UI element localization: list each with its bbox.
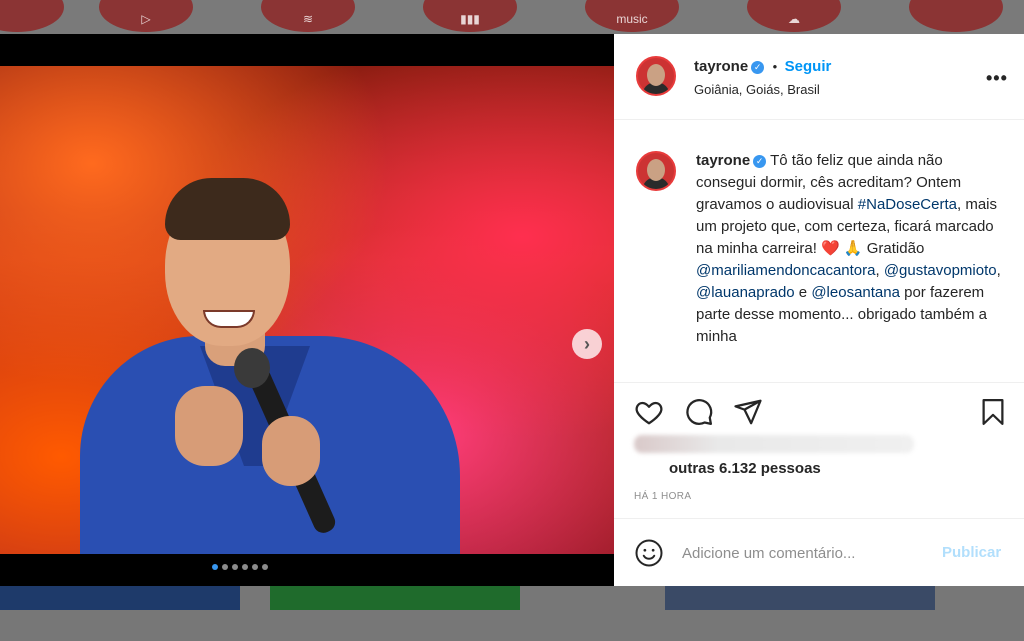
publish-button[interactable]: Publicar <box>942 544 1001 561</box>
amazon-music-icon: music <box>585 0 679 32</box>
caption-avatar[interactable] <box>636 151 676 191</box>
liked-by-blurred <box>634 435 914 453</box>
partial-icon <box>0 0 64 32</box>
carousel-dot <box>232 564 238 570</box>
microphone-head <box>234 348 270 388</box>
spotify-icon: ≋ <box>261 0 355 32</box>
carousel-indicator <box>212 564 268 570</box>
separator-dot: • <box>772 59 778 74</box>
post-header: tayrone ✓ • Seguir Goiânia, Goiás, Brasil… <box>614 34 1024 120</box>
feed-thumbnail <box>665 586 935 610</box>
soundcloud-icon: ☁ <box>747 0 841 32</box>
follow-button[interactable]: Seguir <box>785 58 832 75</box>
verified-icon: ✓ <box>751 61 765 74</box>
caption-segment: Gratidão <box>862 240 925 257</box>
avatar[interactable] <box>636 56 676 96</box>
bookmark-icon[interactable] <box>978 397 1008 427</box>
carousel-dot <box>262 564 268 570</box>
author-username[interactable]: tayrone <box>694 58 748 75</box>
caption-username[interactable]: tayrone <box>696 152 750 169</box>
emoji-icon[interactable] <box>634 538 664 568</box>
post-timestamp[interactable]: HÁ 1 HORA <box>634 491 692 502</box>
share-icon[interactable] <box>733 397 763 427</box>
post-side-panel: tayrone ✓ • Seguir Goiânia, Goiás, Brasil… <box>614 34 1024 586</box>
post-location[interactable]: Goiânia, Goiás, Brasil <box>694 82 820 97</box>
youtube-icon: ▷ <box>99 0 193 32</box>
more-options-icon[interactable]: ••• <box>986 68 1008 89</box>
comment-bar: Publicar <box>614 518 1024 586</box>
mention-link[interactable]: @mariliamendoncacantora <box>696 262 875 279</box>
post-media[interactable]: › <box>0 34 614 586</box>
mention-link[interactable]: @leosantana <box>811 284 900 301</box>
author-line: tayrone ✓ • Seguir <box>694 58 831 76</box>
carousel-dot <box>212 564 218 570</box>
post-photo <box>0 66 614 554</box>
carousel-dot <box>252 564 258 570</box>
verified-icon: ✓ <box>753 155 767 168</box>
likes-count[interactable]: outras 6.132 pessoas <box>669 460 821 477</box>
singer-hand-holding <box>262 416 320 486</box>
deezer-icon: ▮▮▮ <box>423 0 517 32</box>
singer-hair <box>165 178 290 240</box>
caption-segment: , <box>875 262 884 279</box>
comment-input[interactable] <box>682 541 912 565</box>
hashtag-link[interactable]: #NaDoseCerta <box>858 196 957 213</box>
partial-icon <box>909 0 1003 32</box>
heart-icon[interactable] <box>634 397 664 427</box>
comment-icon[interactable] <box>684 397 714 427</box>
chevron-right-icon: › <box>584 333 590 354</box>
carousel-dot <box>222 564 228 570</box>
heart-pray-emojis: ❤️ 🙏 <box>821 240 863 257</box>
carousel-dot <box>242 564 248 570</box>
mention-link[interactable]: @gustavopmioto <box>884 262 997 279</box>
feed-thumbnail <box>270 586 520 610</box>
singer-hand-pointing <box>175 386 243 466</box>
background-icon-strip: ▷ ≋ ▮▮▮ music ☁ <box>0 0 1024 34</box>
caption-segment: , <box>996 262 1001 279</box>
caption-text: tayrone ✓ Tô tão feliz que ainda não cons… <box>696 150 1006 348</box>
caption-segment: e <box>794 284 812 301</box>
carousel-next-button[interactable]: › <box>572 329 602 359</box>
mention-link[interactable]: @lauanaprado <box>696 284 795 301</box>
feed-thumbnail <box>0 586 240 610</box>
caption-area: tayrone ✓ Tô tão feliz que ainda não cons… <box>614 120 1024 382</box>
